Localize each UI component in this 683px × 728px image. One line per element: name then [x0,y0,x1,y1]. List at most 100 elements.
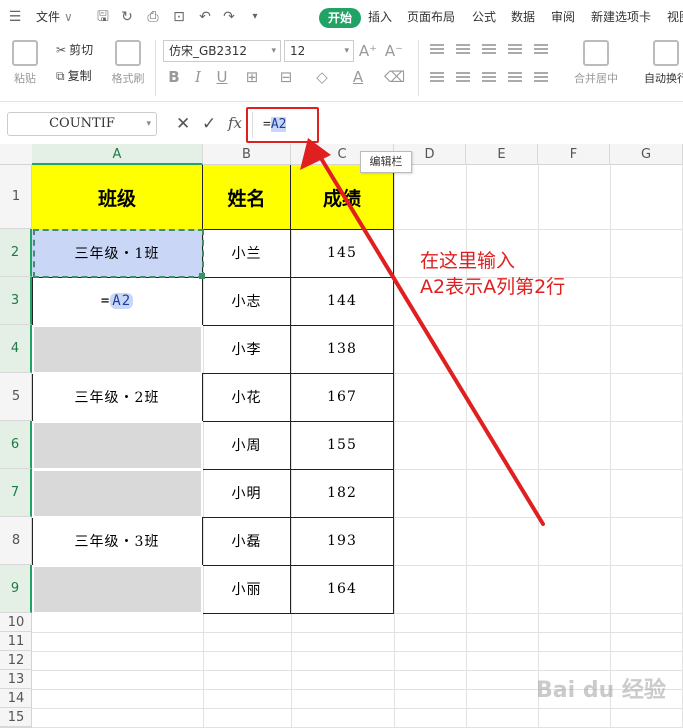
format-painter-button[interactable]: 格式刷 [108,40,148,86]
cell-a7[interactable] [32,469,203,518]
copy-button[interactable]: ⧉ 复制 [56,68,92,84]
row-header-8[interactable]: 8 [0,517,32,565]
insert-function-button[interactable]: fx [228,114,242,132]
align-middle-icon[interactable] [456,44,470,56]
cell-a6[interactable] [32,421,203,470]
cell-c3[interactable]: 144 [291,277,394,326]
merge-center-button[interactable]: 合并居中 [566,40,626,86]
row-header-11[interactable]: 11 [0,632,32,651]
chevron-down-icon: ▾ [344,46,349,56]
hamburger-menu-icon[interactable]: ☰ [6,8,24,26]
cancel-formula-button[interactable]: ✕ [176,114,190,134]
redo-icon[interactable]: ↷ [220,8,238,26]
quick-access-dropdown-icon[interactable]: ▾ [246,8,264,26]
justify-icon[interactable] [508,72,522,84]
cell-c8[interactable]: 193 [291,517,394,566]
wrap-text-button[interactable]: 自动换行 [636,40,683,86]
row-header-2[interactable]: 2 [0,229,32,277]
cell-c7[interactable]: 182 [291,469,394,518]
decrease-font-icon[interactable]: A⁻ [384,42,404,60]
tab-view[interactable]: 视图 [667,8,683,26]
row-header-14[interactable]: 14 [0,689,32,708]
cell-c5[interactable]: 167 [291,373,394,422]
tab-data[interactable]: 数据 [511,8,535,26]
row-header-15[interactable]: 15 [0,708,32,727]
header-class[interactable]: 班级 [32,165,203,230]
row-header-9[interactable]: 9 [0,565,32,613]
clear-format-icon[interactable]: ⌫ [384,68,405,86]
cell-c2[interactable]: 145 [291,229,394,278]
column-header-a[interactable]: A [32,144,203,165]
cell-style-icon[interactable]: ⊟ [276,68,296,86]
distributed-icon[interactable] [534,72,548,84]
tab-home[interactable]: 开始 [319,8,361,28]
cell-b3[interactable]: 小志 [203,277,291,326]
indent-decrease-icon[interactable] [508,44,522,56]
row-header-3[interactable]: 3 [0,277,32,325]
cell-b2[interactable]: 小兰 [203,229,291,278]
font-size-select[interactable]: 12 ▾ [284,40,354,62]
cell-b8[interactable]: 小磊 [203,517,291,566]
fill-color-icon[interactable]: ◇ [312,68,332,86]
cell-a8[interactable]: 三年级・3班 [32,517,203,566]
sheet-grid[interactable]: 班级 姓名 成绩 三年级・1班 小兰 145 = A2 小志 144 小李 138… [32,165,683,728]
cell-a2[interactable]: 三年级・1班 [32,229,203,278]
column-header-g[interactable]: G [610,144,683,165]
font-name-select[interactable]: 仿宋_GB2312 ▾ [163,40,281,62]
cell-b4[interactable]: 小李 [203,325,291,374]
underline-button[interactable]: U [212,68,232,86]
row-header-12[interactable]: 12 [0,651,32,670]
save-icon[interactable]: 🖫 [94,8,112,26]
file-menu[interactable]: 文件 [36,8,60,26]
paste-button[interactable]: 粘贴 [10,40,40,86]
cell-c9[interactable]: 164 [291,565,394,614]
align-bottom-icon[interactable] [482,44,496,56]
cell-c6[interactable]: 155 [291,421,394,470]
cut-button[interactable]: ✂ 剪切 [56,42,93,58]
tab-formulas[interactable]: 公式 [472,8,496,26]
name-box[interactable]: COUNTIF ▾ [7,112,157,136]
print-icon[interactable]: ⎙ [144,8,162,26]
cell-a4[interactable] [32,325,203,374]
italic-button[interactable]: I [188,68,208,86]
tab-page-layout[interactable]: 页面布局 [407,8,455,26]
column-header-e[interactable]: E [466,144,538,165]
increase-font-icon[interactable]: A⁺ [358,42,378,60]
tab-new[interactable]: 新建选项卡 [591,8,651,26]
cell-b9[interactable]: 小丽 [203,565,291,614]
fill-handle[interactable] [199,273,205,279]
cell-a5[interactable]: 三年级・2班 [32,373,203,422]
cell-a3[interactable]: = A2 [32,277,203,326]
header-score[interactable]: 成绩 [291,165,394,230]
cell-b5[interactable]: 小花 [203,373,291,422]
align-center-icon[interactable] [456,72,470,84]
column-header-b[interactable]: B [203,144,291,165]
indent-increase-icon[interactable] [534,44,548,56]
undo-icon[interactable]: ↶ [196,8,214,26]
print-preview-icon[interactable]: ⊡ [170,8,188,26]
row-header-6[interactable]: 6 [0,421,32,469]
font-color-button[interactable]: A [348,68,368,86]
cell-a9[interactable] [32,565,203,614]
align-right-icon[interactable] [482,72,496,84]
row-header-5[interactable]: 5 [0,373,32,421]
confirm-formula-button[interactable]: ✓ [202,114,216,134]
format-copy-icon[interactable]: ↻ [118,8,136,26]
borders-icon[interactable]: ⊞ [242,68,262,86]
align-top-icon[interactable] [430,44,444,56]
column-header-f[interactable]: F [538,144,610,165]
tab-insert[interactable]: 插入 [368,8,392,26]
row-header-13[interactable]: 13 [0,670,32,689]
cell-b6[interactable]: 小周 [203,421,291,470]
cell-c4[interactable]: 138 [291,325,394,374]
align-left-icon[interactable] [430,72,444,84]
row-header-1[interactable]: 1 [0,165,32,229]
row-header-4[interactable]: 4 [0,325,32,373]
cell-b7[interactable]: 小明 [203,469,291,518]
bold-button[interactable]: B [164,68,184,86]
row-header-7[interactable]: 7 [0,469,32,517]
file-menu-chevron-icon[interactable]: ∨ [64,8,73,26]
tab-review[interactable]: 审阅 [551,8,575,26]
header-name[interactable]: 姓名 [203,165,291,230]
row-header-10[interactable]: 10 [0,613,32,632]
